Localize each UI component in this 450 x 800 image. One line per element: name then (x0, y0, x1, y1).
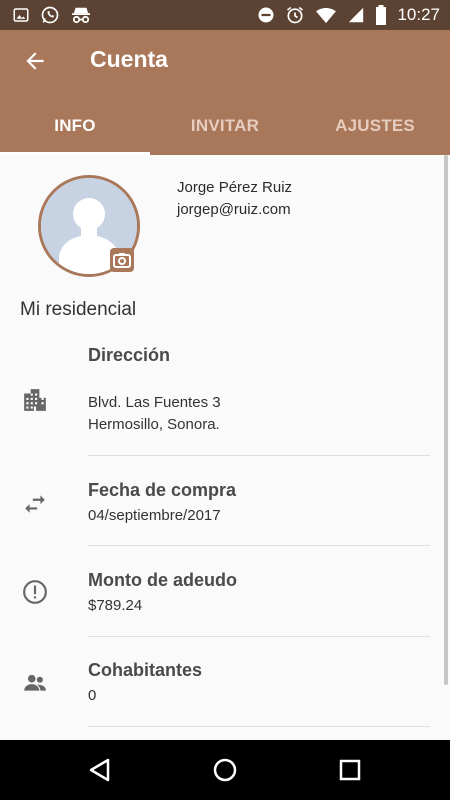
do-not-disturb-icon (258, 7, 274, 23)
back-arrow-icon[interactable] (20, 48, 50, 74)
swap-arrows-icon (25, 495, 45, 513)
back-triangle-icon[interactable] (84, 754, 116, 786)
navigation-bar (0, 740, 450, 800)
status-left-icons (12, 4, 92, 26)
alert-circle-icon (23, 580, 47, 604)
gallery-icon (13, 8, 29, 22)
purchase-date-title: Fecha de compra (88, 480, 237, 500)
tab-invitar[interactable]: INVITAR (150, 110, 300, 155)
address-line-1: Blvd. Las Fuentes 3 (88, 394, 221, 411)
content-area[interactable]: Jorge Pérez Ruiz jorgep@ruiz.com Mi resi… (0, 155, 450, 740)
people-icon (24, 674, 46, 691)
wifi-icon (316, 8, 337, 24)
app-bar: Cuenta INFO INVITAR AJUSTES (0, 30, 450, 155)
debt-amount-value: $789.24 (88, 597, 143, 614)
status-time: 10:27 (397, 5, 440, 24)
tab-info[interactable]: INFO (0, 110, 150, 155)
home-circle-icon[interactable] (209, 754, 241, 786)
status-right-icons: 10:27 (257, 4, 440, 26)
address-line-2: Hermosillo, Sonora. (88, 416, 220, 433)
address-title: Dirección (88, 345, 171, 365)
purchase-date-value: 04/septiembre/2017 (88, 507, 221, 524)
cohabitants-value: 0 (88, 687, 97, 704)
scrollbar[interactable] (444, 155, 448, 685)
camera-icon (113, 253, 131, 268)
divider (88, 545, 430, 546)
divider (88, 726, 430, 727)
battery-icon (376, 5, 387, 25)
cohabitants-title: Cohabitantes (88, 660, 203, 680)
building-icon (24, 389, 46, 411)
status-bar: 10:27 (0, 0, 450, 30)
alarm-icon (287, 6, 304, 24)
incognito-icon (72, 7, 90, 24)
page-title: Cuenta (90, 46, 168, 72)
user-name: Jorge Pérez Ruiz (177, 179, 293, 196)
tab-ajustes[interactable]: AJUSTES (300, 110, 450, 155)
recents-square-icon[interactable] (334, 754, 366, 786)
user-email: jorgep@ruiz.com (177, 201, 291, 218)
divider (88, 636, 430, 637)
section-title: Mi residencial (20, 299, 137, 320)
signal-icon (349, 7, 364, 23)
divider (88, 455, 430, 456)
debt-amount-title: Monto de adeudo (88, 570, 237, 590)
change-photo-button[interactable] (110, 248, 134, 272)
whatsapp-icon (41, 6, 59, 24)
tab-bar: INFO INVITAR AJUSTES (0, 110, 450, 155)
